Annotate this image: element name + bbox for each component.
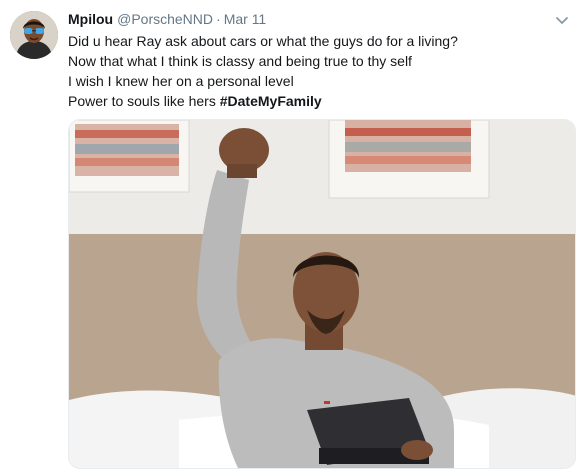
tweet-photo[interactable] [68, 119, 576, 469]
tweet-line: I wish I knew her on a personal level [68, 73, 294, 89]
tweet-line: Power to souls like hers #DateMyFamily [68, 91, 458, 111]
author-name[interactable]: Mpilou [68, 11, 113, 27]
chevron-down-icon[interactable] [553, 14, 571, 28]
tweet-date[interactable]: Mar 11 [224, 11, 267, 27]
author-handle[interactable]: @PorscheNND [117, 11, 213, 27]
tweet-line-text: Power to souls like hers [68, 93, 216, 109]
avatar[interactable] [10, 11, 58, 59]
tweet-line: Did u hear Ray ask about cars or what th… [68, 33, 458, 49]
tweet-text: Did u hear Ray ask about cars or what th… [68, 31, 458, 111]
tweet-header: Mpilou @PorscheNND · Mar 11 [68, 10, 266, 28]
separator: · [216, 11, 221, 27]
hashtag-link[interactable]: #DateMyFamily [220, 93, 322, 109]
tweet: Mpilou @PorscheNND · Mar 11 Did u hear Ray … [0, 0, 585, 473]
tweet-line: Now that what I think is classy and bein… [68, 53, 412, 69]
